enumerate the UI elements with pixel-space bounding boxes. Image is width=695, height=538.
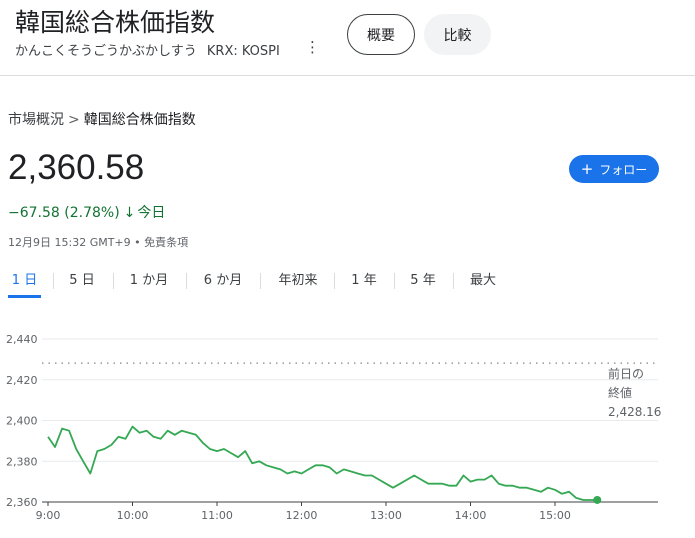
x-tick-label: 11:00 <box>201 509 233 522</box>
y-tick-label: 2,420 <box>6 374 38 387</box>
breadcrumb: 市場概況 > 韓国総合株価指数 <box>8 109 196 129</box>
x-tick-label: 10:00 <box>117 509 149 522</box>
previous-close-label-line2: 終値 <box>608 386 633 400</box>
tab-max[interactable]: 最大 <box>463 264 503 298</box>
arrow-down-icon: ↓ <box>123 205 136 221</box>
tab-5-years[interactable]: 5 年 <box>405 264 441 298</box>
tab-divider <box>186 273 187 289</box>
tab-6-months[interactable]: 6 か月 <box>198 264 248 298</box>
tab-1-day[interactable]: 1 日 <box>8 264 41 298</box>
breadcrumb-current: 韓国総合株価指数 <box>83 112 196 128</box>
breadcrumb-market-overview[interactable]: 市場概況 <box>8 112 64 128</box>
compare-button[interactable]: 比較 <box>424 14 491 55</box>
x-tick-label: 15:00 <box>539 509 571 522</box>
follow-label: フォロー <box>599 162 648 177</box>
current-price: 2,360.58 <box>8 148 145 187</box>
overview-button[interactable]: 概要 <box>347 14 415 55</box>
y-tick-label: 2,380 <box>6 455 38 468</box>
quote-timestamp: 12月9日 15:32 GMT+9 • 免責条項 <box>8 236 189 249</box>
tab-divider <box>53 273 54 289</box>
y-tick-label: 2,440 <box>6 333 38 346</box>
change-period: 今日 <box>137 205 166 221</box>
x-tick-label: 9:00 <box>36 509 61 522</box>
breadcrumb-separator: > <box>68 112 80 128</box>
page-title: 韓国総合株価指数 <box>15 8 216 37</box>
range-tabs: 1 日 5 日 1 か月 6 か月 年初来 1 年 5 年 最大 <box>0 264 520 298</box>
plus-icon: + <box>580 160 594 178</box>
ticker-symbol: KRX: KOSPI <box>206 44 280 59</box>
quote-header: 韓国総合株価指数 かんこくそうごうかぶかしすう KRX: KOSPI ⋮ 概要 … <box>0 0 695 76</box>
follow-button[interactable]: + フォロー <box>569 155 659 183</box>
change-value: −67.58 (2.78%) <box>8 205 120 221</box>
tab-divider <box>113 273 114 289</box>
previous-close-label-line1: 前日の <box>608 367 645 381</box>
price-change: −67.58 (2.78%) ↓ 今日 <box>8 202 165 222</box>
previous-close-value: 2,428.16 <box>608 405 662 419</box>
price-line <box>47 425 598 501</box>
tab-1-month[interactable]: 1 か月 <box>124 264 174 298</box>
tab-divider <box>260 273 261 289</box>
tab-divider <box>394 273 395 289</box>
x-tick-label: 13:00 <box>370 509 402 522</box>
current-price-marker <box>593 495 602 504</box>
x-tick-label: 14:00 <box>455 509 487 522</box>
x-tick-label: 12:00 <box>286 509 318 522</box>
y-tick-label: 2,400 <box>6 415 38 428</box>
subtitle: かんこくそうごうかぶかしすう KRX: KOSPI <box>15 40 280 59</box>
tab-divider <box>453 273 454 289</box>
more-vert-icon[interactable]: ⋮ <box>305 38 320 56</box>
title-reading: かんこくそうごうかぶかしすう <box>15 44 197 59</box>
price-chart[interactable]: 2,440 2,420 2,400 2,380 2,3609:00 10:00 11:00 1… <box>0 320 695 538</box>
y-tick-label: 2,360 <box>6 496 38 509</box>
tab-divider <box>334 273 335 289</box>
tab-1-year[interactable]: 1 年 <box>346 264 382 298</box>
tab-ytd[interactable]: 年初来 <box>272 264 324 298</box>
tab-5-days[interactable]: 5 日 <box>64 264 100 298</box>
previous-close-label: 前日の 終値 2,428.16 <box>608 365 661 422</box>
